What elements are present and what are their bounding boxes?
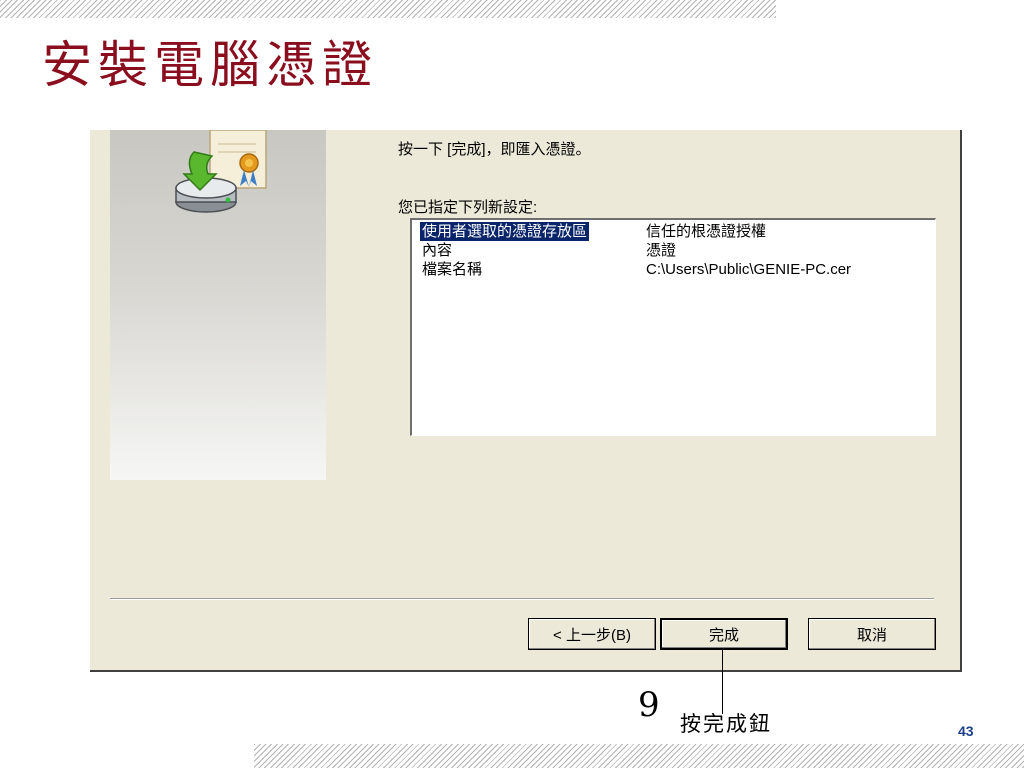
- settings-list[interactable]: 使用者選取的憑證存放區 信任的根憑證授權 內容 憑證 檔案名稱 C:\Users…: [410, 218, 936, 436]
- finish-button[interactable]: 完成: [660, 618, 788, 650]
- page-number: 43: [958, 723, 974, 739]
- setting-key: 內容: [422, 242, 453, 259]
- callout-line: [722, 650, 723, 714]
- back-button[interactable]: < 上一步(B): [528, 618, 656, 650]
- setting-value: C:\Users\Public\GENIE-PC.cer: [646, 261, 852, 278]
- wizard-side-panel: [110, 130, 326, 480]
- certificate-import-wizard-dialog: 按一下 [完成]，即匯入憑證。 您已指定下列新設定: 使用者選取的憑證存放區 信…: [90, 130, 962, 672]
- bottom-hatch-decoration: [254, 744, 1024, 768]
- setting-key: 檔案名稱: [422, 261, 483, 278]
- certificate-drive-icon: [175, 130, 267, 213]
- top-hatch-decoration: [0, 0, 776, 18]
- cancel-button[interactable]: 取消: [808, 618, 936, 650]
- settings-label: 您已指定下列新設定:: [398, 199, 538, 216]
- callout-text: 按完成鈕: [680, 712, 772, 736]
- step-number: 9: [638, 685, 660, 725]
- slide-title: 安裝電腦憑證: [42, 36, 378, 94]
- setting-value: 信任的根憑證授權: [646, 223, 767, 240]
- setting-key: 使用者選取的憑證存放區: [420, 222, 590, 241]
- button-separator: [110, 598, 934, 600]
- setting-value: 憑證: [646, 242, 677, 259]
- instruction-text: 按一下 [完成]，即匯入憑證。: [398, 141, 591, 158]
